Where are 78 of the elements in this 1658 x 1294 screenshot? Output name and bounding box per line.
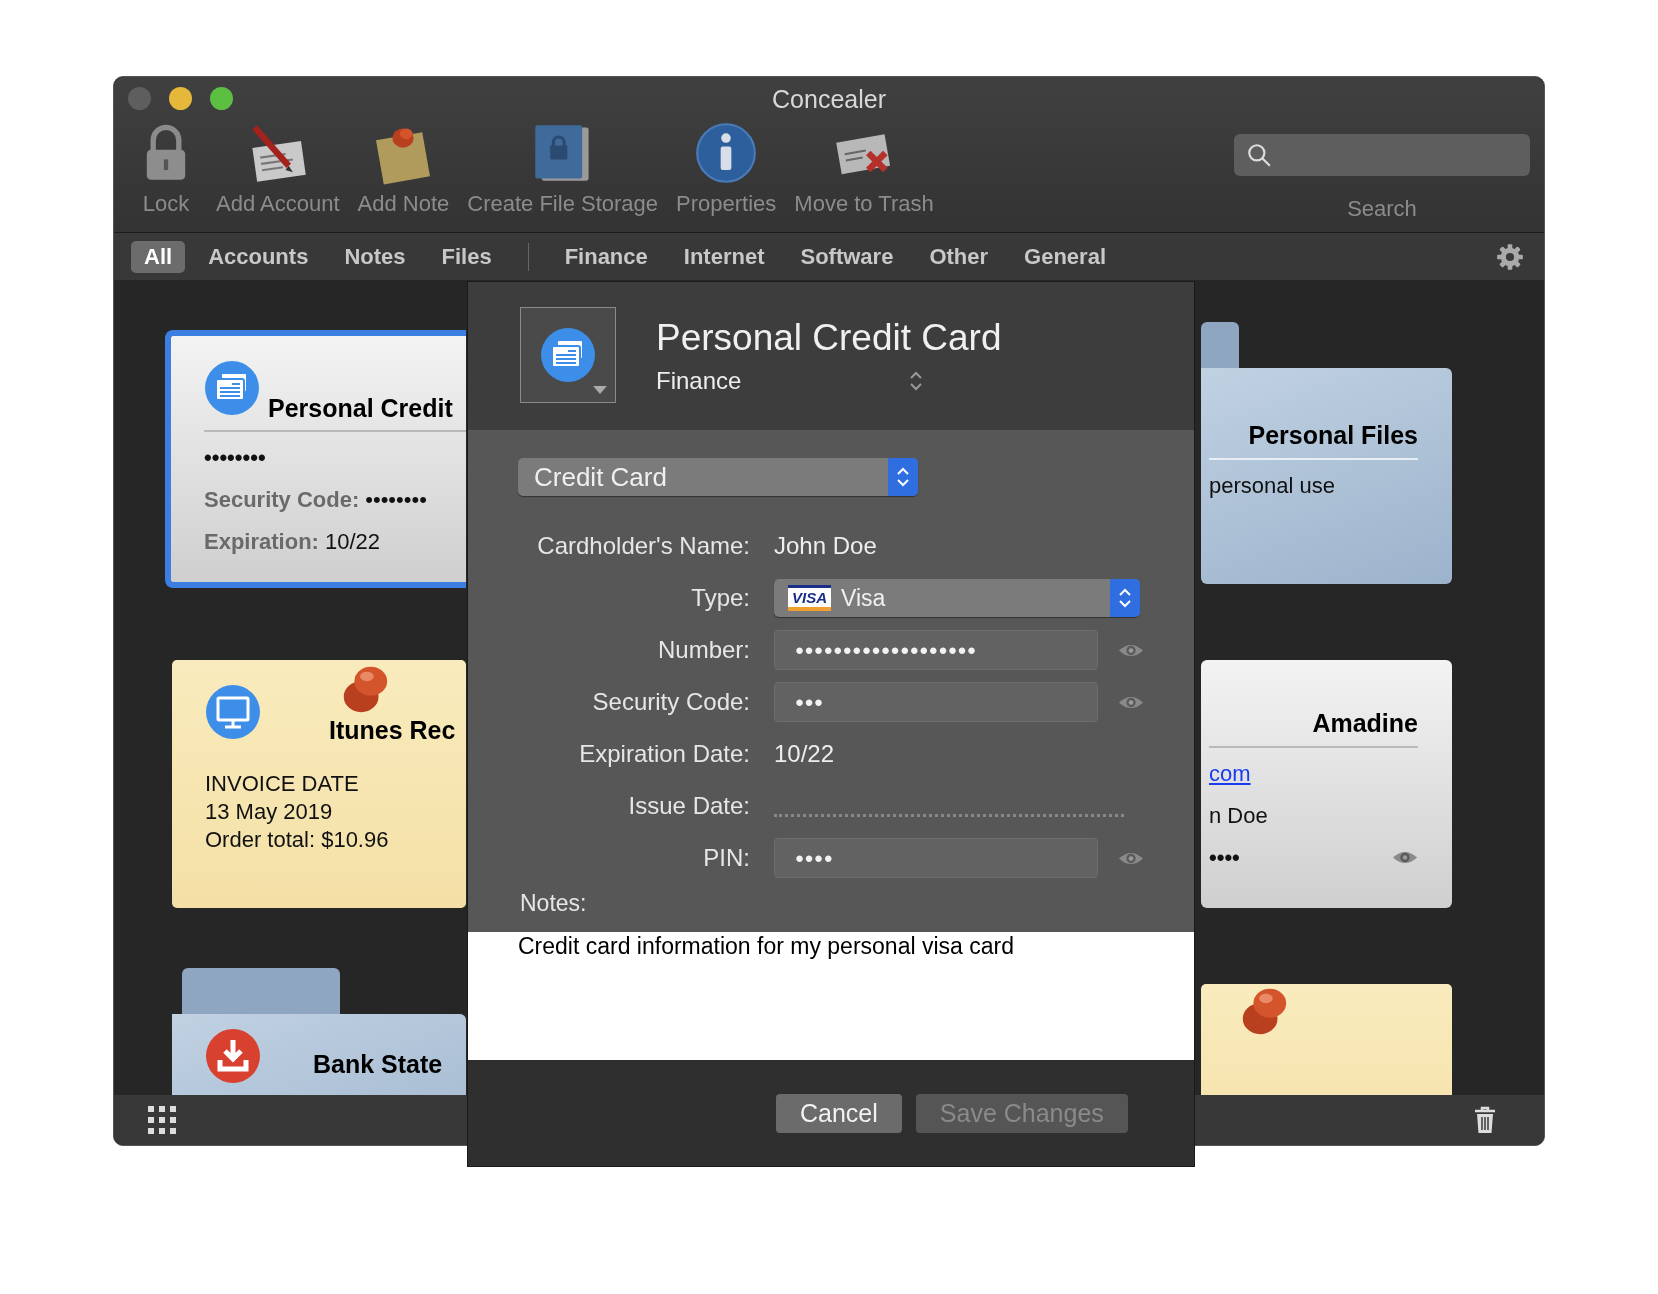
monitor-icon [205,684,261,740]
field-label: Security Code: [591,687,750,717]
notes-field[interactable]: Credit card information for my personal visa card [468,932,1194,1060]
category-tab[interactable]: Other [916,240,1002,273]
search-label: Search [1347,196,1417,222]
category-tab[interactable]: General [1011,240,1119,273]
info-icon [694,121,759,185]
cards-icon [540,327,596,383]
item-title[interactable]: Personal Credit Card [656,317,1002,359]
cards-icon [204,360,260,416]
password-field[interactable]: ●●● [774,682,1098,722]
field-label: Expiration: [204,528,319,556]
filter-tab[interactable]: Files [428,240,505,273]
field-value[interactable]: John Doe [774,531,877,561]
password-field[interactable]: ●●●● [774,838,1098,878]
toolbar-button[interactable]: Add Account [216,121,340,217]
up-down-chevron-icon [896,465,910,489]
category-tab[interactable]: Finance [551,240,661,273]
folder-card[interactable]: Personal Files personal use [1201,368,1452,584]
filter-tab[interactable]: Accounts [195,240,322,273]
up-down-chevron-icon [909,369,924,393]
field-label: Type: [690,583,750,613]
card-text: INVOICE DATE [205,770,359,798]
folder-card[interactable]: Bank State [172,1014,466,1096]
toolbar-button[interactable]: Properties [676,121,777,217]
grid-view-icon[interactable] [148,1106,176,1134]
settings-icon[interactable] [1496,242,1524,271]
card-text: personal use [1209,471,1335,500]
card-title: Personal Files [1248,422,1418,450]
field-value[interactable]: 10/22 [774,739,835,769]
field-label: Issue Date: [627,791,750,821]
filter-tab[interactable]: Notes [331,240,419,273]
card-text: Order total: $10.96 [205,826,389,854]
icon-picker[interactable] [520,307,616,403]
toolbar-button[interactable]: Add Note [357,121,450,217]
card-type-dropdown[interactable]: VISA Visa [774,579,1140,617]
toolbar-button[interactable]: Create File Storage [467,121,659,217]
field-value: •••••••• [365,486,427,514]
masked-password: •••••••• [204,444,266,472]
card-text: 13 May 2019 [205,798,333,826]
window-control-dot[interactable] [169,87,192,110]
password-field[interactable]: ●●●●●●●●●●●●●●●●●●● [774,630,1098,670]
toolbar-button[interactable]: Move to Trash [794,121,934,217]
download-icon [205,1028,261,1084]
search-field[interactable] [1234,134,1530,176]
card-title: Personal Credit [268,394,453,422]
card-title: Amadine [1312,710,1418,738]
field-value: 10/22 [324,528,380,556]
category-dropdown[interactable]: Finance [656,367,1002,395]
card-text: n Doe [1209,801,1268,830]
card-brand-logo: VISA [788,585,831,611]
filter-tab[interactable]: All [131,240,186,273]
dialog-button[interactable]: Cancel [776,1094,902,1133]
search-icon [1246,142,1272,168]
notes-label: Notes: [520,890,588,916]
field-label: Security Code: [204,486,360,514]
account-card[interactable]: Amadine com n Doe •••• [1201,660,1452,908]
account-card[interactable]: Personal Credit •••••••• Security Code: •••••••• Expiration: 10/22 [165,330,466,588]
masked-password: •••• [1209,843,1240,872]
window-control-dot[interactable] [210,87,233,110]
eye-icon[interactable] [1392,849,1418,866]
note-card[interactable]: Itunes Rec INVOICE DATE 13 May 2019 Order total: $10.96 [172,660,466,908]
toolbar-button[interactable]: Lock [134,121,198,217]
dropdown-triangle-icon [593,386,607,394]
card-title: Itunes Rec [329,716,456,744]
up-down-chevron-icon [1118,586,1132,610]
field-label: PIN: [702,843,750,873]
window-title: Concealer [772,84,886,114]
field-label: Number: [656,635,750,665]
field-label: Expiration Date: [578,739,750,769]
field-label: Cardholder's Name: [536,531,750,561]
link[interactable]: com [1209,759,1251,788]
category-tab[interactable]: Internet [670,240,778,273]
card-title: Bank State [313,1050,443,1078]
category-tab[interactable]: Software [787,240,907,273]
window-control-dot[interactable] [128,87,151,110]
template-dropdown[interactable]: Credit Card [518,458,918,496]
trash-icon[interactable] [1474,1105,1496,1135]
